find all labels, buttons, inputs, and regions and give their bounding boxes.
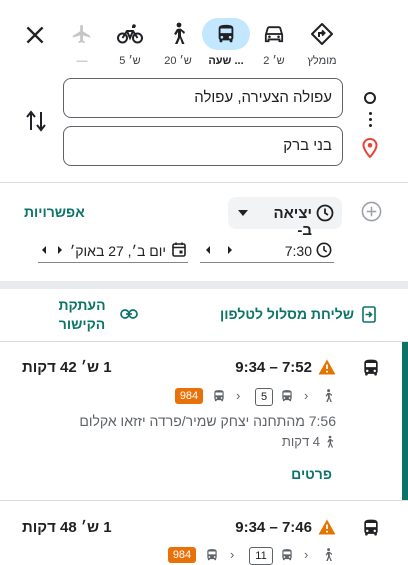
bus-icon [280,548,294,562]
bus-icon [361,358,381,378]
chevron-icon: › [304,547,309,562]
dropdown-arrow-icon [238,210,248,216]
swap-icon [26,110,46,132]
bus-icon [212,389,226,403]
mode-transit[interactable]: שעה ... [202,18,250,74]
directions-icon [311,23,333,45]
depart-label: יציאה ב- [273,205,312,239]
mode-label: שעה ... [208,55,244,67]
date-arrow-right-icon[interactable] [58,246,62,254]
copy-link-label-2: הקישור [58,316,106,332]
route-duration: 1 ש׳ 48 דקות [22,519,112,536]
link-icon [120,308,138,320]
origin-circle-icon [364,92,376,104]
mode-label: מומלץ [307,55,337,67]
car-icon [264,26,284,43]
section-separator [0,281,408,289]
selected-route-indicator [402,342,408,500]
route-times: 7:46 – 9:34 [235,519,312,536]
mode-label: 20 ש׳ [164,55,192,67]
bus-line-badge: 5 [255,388,273,406]
chevron-icon: › [236,388,241,403]
bus-line-badge: 984 [168,547,196,563]
bus-icon [280,389,294,403]
walking-icon [174,22,185,44]
mode-car[interactable]: 2 ש׳ [250,18,298,74]
clock-icon [316,204,334,222]
time-field[interactable] [200,237,334,263]
walk-icon [322,547,334,563]
copy-link-button[interactable]: העתקת הקישור [50,296,114,334]
date-arrow-left-icon[interactable] [42,246,46,254]
clock-icon [316,242,332,258]
options-link[interactable]: אפשרויות [24,204,85,220]
swap-button[interactable] [24,108,48,134]
departure-info: 7:56 מהתחנה יצחק שמיר/פרדה יזזאו אקלום [79,413,336,429]
warning-icon [318,519,336,535]
mode-label: 5 ש׳ [119,55,141,67]
destination-pin-icon [362,138,378,158]
time-arrow-right-icon[interactable] [228,246,232,254]
close-icon [26,26,44,44]
time-arrow-left-icon[interactable] [206,246,210,254]
more-dots-icon [369,112,372,127]
details-link[interactable]: פרטים [252,466,332,482]
send-to-phone-link[interactable]: שליחת מסלול לטלפון [200,306,354,322]
bus-line-badge: 11 [249,547,273,565]
bicycle-icon [117,24,143,44]
calendar-icon [172,242,186,257]
walk-icon [322,388,334,404]
mode-recommended[interactable]: מומלץ [298,18,346,74]
time-value: 7:30 [284,243,312,259]
bus-icon [361,518,381,538]
route-duration: 1 ש׳ 42 דקות [22,359,112,376]
walk-icon [324,435,335,449]
route-card-1[interactable]: 7:52 – 9:34 1 ש׳ 42 דקות › 5 › 984 7:56 … [0,342,408,500]
mode-label: — [76,55,88,67]
bus-icon [205,548,219,562]
close-button[interactable] [22,22,48,48]
airplane-icon [72,24,91,44]
mode-walk[interactable]: 20 ש׳ [154,18,202,74]
walk-duration: 4 דקות [281,434,320,449]
divider [0,182,408,183]
origin-input[interactable]: עפולה הצעירה, עפולה [63,78,343,118]
route-times: 7:52 – 9:34 [235,359,312,376]
copy-link-label-1: העתקת [58,297,106,313]
mode-label: 2 ש׳ [263,55,285,67]
mode-flight[interactable]: — [58,18,106,74]
route-card-2[interactable]: 7:46 – 9:34 1 ש׳ 48 דקות › 11 › 984 [0,501,408,565]
date-value: יום ב׳, 27 באוק׳ [69,243,166,259]
destination-input[interactable]: בני ברק [63,126,343,166]
warning-icon [318,359,336,375]
mode-bike[interactable]: 5 ש׳ [106,18,154,74]
chevron-icon: › [304,388,309,403]
send-to-phone-icon [362,306,376,323]
bus-icon [218,24,234,43]
add-stop-icon[interactable] [361,201,382,222]
chevron-icon: › [230,547,235,562]
bus-line-badge: 984 [175,388,203,404]
